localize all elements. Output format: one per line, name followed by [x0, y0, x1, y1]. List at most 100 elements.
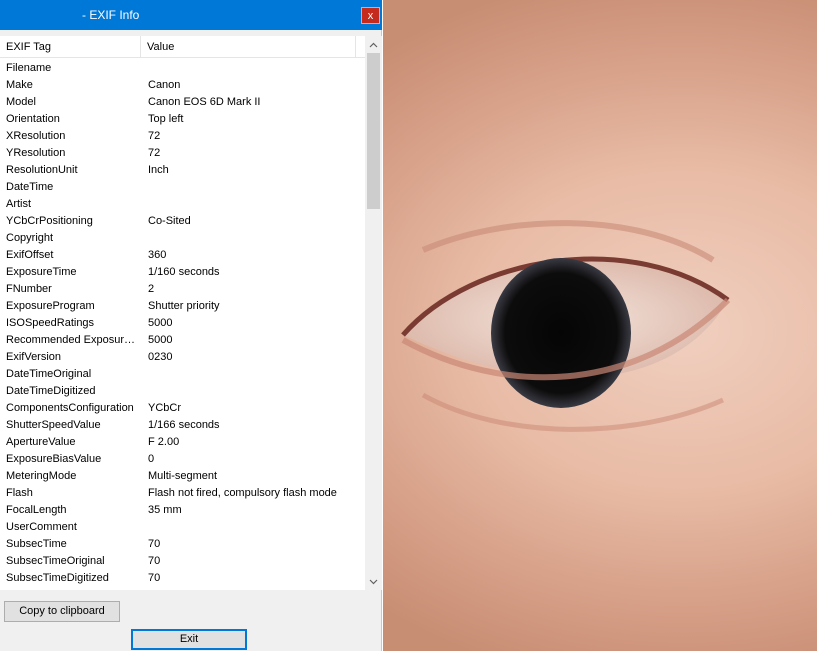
- exif-tag-cell: Orientation: [6, 113, 60, 125]
- list-item[interactable]: Flash Flash not fired, compulsory flash m…: [0, 485, 365, 502]
- exif-value-cell: Co-Sited: [148, 215, 191, 227]
- list-item[interactable]: Model Canon EOS 6D Mark II: [0, 94, 365, 111]
- exif-tag-cell: DateTimeDigitized: [6, 385, 96, 397]
- exif-tag-cell: ComponentsConfiguration: [6, 402, 134, 414]
- column-header-value[interactable]: Value: [141, 36, 356, 58]
- exif-tag-cell: DateTime: [6, 181, 54, 193]
- exif-tag-cell: SubsecTime: [6, 538, 67, 550]
- list-item[interactable]: Orientation Top left: [0, 111, 365, 128]
- list-item[interactable]: Recommended Exposure I... 5000: [0, 332, 365, 349]
- list-item[interactable]: ExifOffset 360: [0, 247, 365, 264]
- exif-tag-cell: ExifVersion: [6, 351, 62, 363]
- list-item[interactable]: FNumber 2: [0, 281, 365, 298]
- vertical-scrollbar[interactable]: [365, 36, 382, 590]
- list-item[interactable]: MeteringMode Multi-segment: [0, 468, 365, 485]
- exif-value-cell: 70: [148, 572, 161, 584]
- list-item[interactable]: ApertureValue F 2.00: [0, 434, 365, 451]
- exif-tag-cell: ApertureValue: [6, 436, 76, 448]
- exif-value-cell: 0: [148, 453, 155, 465]
- exif-value-cell: Canon EOS 6D Mark II: [148, 96, 261, 108]
- exif-value-cell: 1/160 seconds: [148, 266, 220, 278]
- close-button[interactable]: x: [361, 7, 380, 24]
- scrollbar-thumb[interactable]: [367, 53, 380, 209]
- eye-photo-image: [401, 220, 731, 432]
- exif-value-cell: 70: [148, 555, 161, 567]
- exif-value-cell: F 2.00: [148, 436, 180, 448]
- exif-value-cell: 0230: [148, 351, 173, 363]
- title-bar[interactable]: - EXIF Info x: [0, 0, 382, 30]
- exif-value-cell: 360: [148, 249, 167, 261]
- list-item[interactable]: ExposureBiasValue 0: [0, 451, 365, 468]
- chevron-down-icon[interactable]: [365, 573, 382, 590]
- list-item[interactable]: Make Canon: [0, 77, 365, 94]
- exif-tag-cell: ResolutionUnit: [6, 164, 78, 176]
- list-item[interactable]: SubsecTimeDigitized 70: [0, 570, 365, 587]
- exif-value-cell: 5000: [148, 334, 173, 346]
- exif-tag-cell: ExposureBiasValue: [6, 453, 102, 465]
- exif-tag-cell: ShutterSpeedValue: [6, 419, 101, 431]
- list-item[interactable]: ExposureTime 1/160 seconds: [0, 264, 365, 281]
- exif-value-cell: Shutter priority: [148, 300, 220, 312]
- exif-tag-cell: FNumber: [6, 283, 52, 295]
- exif-value-cell: Top left: [148, 113, 184, 125]
- list-rows: Filename Make Canon Model Canon EOS 6D Mark …: [0, 60, 365, 587]
- photo-preview: [383, 0, 817, 651]
- exif-value-cell: Multi-segment: [148, 470, 218, 482]
- exif-tag-cell: Recommended Exposure I...: [6, 334, 140, 346]
- exif-tag-cell: Model: [6, 96, 36, 108]
- list-item[interactable]: SubsecTimeOriginal 70: [0, 553, 365, 570]
- exif-value-cell: 5000: [148, 317, 173, 329]
- list-item[interactable]: ExposureProgram Shutter priority: [0, 298, 365, 315]
- list-item[interactable]: DateTimeDigitized: [0, 383, 365, 400]
- exif-tag-cell: Flash: [6, 487, 33, 499]
- exif-tag-cell: YCbCrPositioning: [6, 215, 93, 227]
- exif-tag-cell: XResolution: [6, 130, 66, 142]
- chevron-up-icon[interactable]: [365, 36, 382, 53]
- list-item[interactable]: SubsecTime 70: [0, 536, 365, 553]
- list-item[interactable]: ISOSpeedRatings 5000: [0, 315, 365, 332]
- exif-value-cell: Inch: [148, 164, 169, 176]
- exif-value-cell: 2: [148, 283, 155, 295]
- exif-value-cell: Canon: [148, 79, 181, 91]
- exif-tag-cell: ISOSpeedRatings: [6, 317, 95, 329]
- exif-tag-cell: UserComment: [6, 521, 77, 533]
- list-item[interactable]: ShutterSpeedValue 1/166 seconds: [0, 417, 365, 434]
- list-item[interactable]: ExifVersion 0230: [0, 349, 365, 366]
- list-item[interactable]: DateTimeOriginal: [0, 366, 365, 383]
- exif-value-cell: 70: [148, 538, 161, 550]
- list-item[interactable]: Filename: [0, 60, 365, 77]
- exif-list[interactable]: EXIF Tag Value Filename Make Canon Model Can…: [0, 36, 382, 590]
- exif-info-dialog: - EXIF Info x EXIF Tag Value Filename Mak…: [0, 0, 382, 651]
- list-item[interactable]: XResolution 72: [0, 128, 365, 145]
- exif-value-cell: Flash not fired, compulsory flash mode: [148, 487, 337, 499]
- exif-value-cell: 35 mm: [148, 504, 182, 516]
- exif-value-cell: 1/166 seconds: [148, 419, 220, 431]
- list-item[interactable]: FocalLength 35 mm: [0, 502, 365, 519]
- list-item[interactable]: Copyright: [0, 230, 365, 247]
- exif-value-cell: YCbCr: [148, 402, 182, 414]
- exif-tag-cell: SubsecTimeOriginal: [6, 555, 105, 567]
- list-item[interactable]: ResolutionUnit Inch: [0, 162, 365, 179]
- copy-to-clipboard-button[interactable]: Copy to clipboard: [4, 601, 120, 622]
- list-item[interactable]: DateTime: [0, 179, 365, 196]
- exif-tag-cell: SubsecTimeDigitized: [6, 572, 109, 584]
- exif-tag-cell: ExposureProgram: [6, 300, 95, 312]
- exif-tag-cell: Copyright: [6, 232, 54, 244]
- exif-value-cell: 72: [148, 147, 161, 159]
- list-item[interactable]: UserComment: [0, 519, 365, 536]
- exit-button[interactable]: Exit: [131, 629, 247, 650]
- exif-tag-cell: Make: [6, 79, 33, 91]
- exif-tag-cell: MeteringMode: [6, 470, 77, 482]
- exif-tag-cell: YResolution: [6, 147, 66, 159]
- exif-value-cell: 72: [148, 130, 161, 142]
- list-header: EXIF Tag Value: [0, 36, 365, 58]
- list-item[interactable]: YCbCrPositioning Co-Sited: [0, 213, 365, 230]
- list-item[interactable]: YResolution 72: [0, 145, 365, 162]
- window-title: - EXIF Info: [82, 8, 140, 22]
- list-item[interactable]: Artist: [0, 196, 365, 213]
- exif-tag-cell: ExifOffset: [6, 249, 54, 261]
- exif-tag-cell: DateTimeOriginal: [6, 368, 92, 380]
- list-item[interactable]: ComponentsConfiguration YCbCr: [0, 400, 365, 417]
- exif-tag-cell: Filename: [6, 62, 52, 74]
- column-header-exif-tag[interactable]: EXIF Tag: [0, 36, 141, 58]
